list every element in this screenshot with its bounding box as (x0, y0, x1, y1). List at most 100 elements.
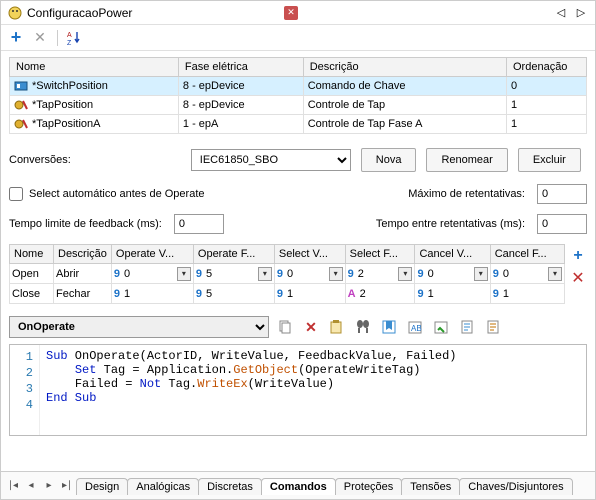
paste-icon[interactable] (327, 317, 347, 337)
code-editor[interactable]: 1234 Sub OnOperate(ActorID, WriteValue, … (9, 344, 587, 436)
tab-next-icon[interactable]: ▸ (41, 478, 57, 494)
col2-opv[interactable]: Operate V... (111, 245, 193, 264)
find-icon[interactable] (353, 317, 373, 337)
col-desc[interactable]: Descrição (303, 58, 506, 77)
cell-nome[interactable]: Close (10, 284, 54, 304)
cell-ord: 1 (507, 96, 587, 115)
max-retent-input[interactable] (537, 184, 587, 204)
tab-first-icon[interactable]: ∣◂ (5, 478, 21, 494)
cell-selV[interactable]: 91 (274, 284, 345, 304)
table-row[interactable]: OpenAbrir90▾95▾90▾92▾90▾90▾ (10, 264, 565, 284)
items-table[interactable]: Nome Fase elétrica Descrição Ordenação *… (9, 57, 587, 134)
close-tab-button[interactable]: ✕ (284, 6, 298, 20)
tab-tensões[interactable]: Tensões (401, 478, 460, 495)
delete-button[interactable]: ✕ (31, 29, 49, 47)
col2-selv[interactable]: Select V... (274, 245, 345, 264)
col-nome[interactable]: Nome (10, 58, 179, 77)
cell-selF[interactable]: 92▾ (345, 264, 415, 284)
col2-opf[interactable]: Operate F... (193, 245, 274, 264)
tab-analógicas[interactable]: Analógicas (127, 478, 199, 495)
tab-discretas[interactable]: Discretas (198, 478, 262, 495)
window-title: ConfiguracaoPower (27, 6, 278, 20)
event-combo[interactable]: OnOperate (9, 316, 269, 338)
toggle-bookmark-icon[interactable] (379, 317, 399, 337)
table-row[interactable]: *TapPosition 8 - epDevice Controle de Ta… (10, 96, 587, 115)
cell-fase: 8 - epDevice (178, 96, 303, 115)
doc1-icon[interactable] (457, 317, 477, 337)
svg-text:A: A (67, 32, 72, 39)
col2-canv[interactable]: Cancel V... (415, 245, 490, 264)
tempo-retent-input[interactable] (537, 214, 587, 234)
code-body[interactable]: Sub OnOperate(ActorID, WriteValue, Feedb… (40, 345, 462, 435)
cell-opV[interactable]: 90▾ (111, 264, 193, 284)
row-icon (14, 79, 30, 93)
tab-proteções[interactable]: Proteções (335, 478, 403, 495)
cell-nome[interactable]: Open (10, 264, 54, 284)
dropdown-icon[interactable]: ▾ (398, 267, 412, 281)
add-button[interactable]: + (7, 29, 25, 47)
excluir-button[interactable]: Excluir (518, 148, 581, 172)
cell-nome: *TapPosition (32, 99, 93, 111)
col2-desc[interactable]: Descrição (54, 245, 112, 264)
dropdown-icon[interactable]: ▾ (258, 267, 272, 281)
cell-desc: Controle de Tap Fase A (303, 115, 506, 134)
delete-script-icon[interactable]: ✕ (301, 317, 321, 337)
cell-canV[interactable]: 91 (415, 284, 490, 304)
copy-icon[interactable] (275, 317, 295, 337)
validate-icon[interactable]: AB (405, 317, 425, 337)
select-auto-checkbox[interactable]: Select automático antes de Operate (9, 187, 205, 201)
dropdown-icon[interactable]: ▾ (177, 267, 191, 281)
cell-opF[interactable]: 95 (193, 284, 274, 304)
svg-text:Z: Z (67, 40, 72, 46)
table-row[interactable]: *TapPositionA 1 - epA Controle de Tap Fa… (10, 115, 587, 134)
renomear-button[interactable]: Renomear (426, 148, 507, 172)
prev-doc-icon[interactable]: ◁ (553, 5, 569, 21)
conversoes-label: Conversões: (9, 154, 71, 166)
col2-self[interactable]: Select F... (345, 245, 415, 264)
col2-canf[interactable]: Cancel F... (490, 245, 564, 264)
row-icon (14, 98, 30, 112)
next-doc-icon[interactable]: ▷ (573, 5, 589, 21)
cell-selV[interactable]: 90▾ (274, 264, 345, 284)
cell-desc[interactable]: Abrir (54, 264, 112, 284)
tempo-feedback-input[interactable] (174, 214, 224, 234)
cell-desc[interactable]: Fechar (54, 284, 112, 304)
select-auto-input[interactable] (9, 187, 23, 201)
col-ord[interactable]: Ordenação (507, 58, 587, 77)
tab-design[interactable]: Design (76, 478, 128, 495)
tempo-retent-label: Tempo entre retentativas (ms): (376, 218, 525, 230)
tab-strip: ∣◂ ◂ ▸ ▸∣ DesignAnalógicasDiscretasComan… (1, 471, 595, 499)
cell-fase: 8 - epDevice (178, 77, 303, 96)
cell-opV[interactable]: 91 (111, 284, 193, 304)
cell-nome: *SwitchPosition (32, 80, 108, 92)
conversoes-combo[interactable]: IEC61850_SBO (191, 149, 351, 171)
tab-last-icon[interactable]: ▸∣ (59, 478, 75, 494)
doc2-icon[interactable] (483, 317, 503, 337)
col-fase[interactable]: Fase elétrica (178, 58, 303, 77)
cell-canF[interactable]: 90▾ (490, 264, 564, 284)
tab-chaves/disjuntores[interactable]: Chaves/Disjuntores (459, 478, 572, 495)
cell-ord: 1 (507, 115, 587, 134)
cell-opF[interactable]: 95▾ (193, 264, 274, 284)
cell-selF[interactable]: A2 (345, 284, 415, 304)
dropdown-icon[interactable]: ▾ (474, 267, 488, 281)
table-row[interactable]: CloseFechar919591A29191 (10, 284, 565, 304)
script-toolbar: OnOperate ✕ AB (9, 316, 587, 338)
titlebar: ConfiguracaoPower ✕ ◁ ▷ (1, 1, 595, 25)
add-row-button[interactable]: + (570, 248, 586, 264)
commands-table[interactable]: Nome Descrição Operate V... Operate F...… (9, 244, 565, 304)
table-row[interactable]: *SwitchPosition 8 - epDevice Comando de … (10, 77, 587, 96)
delete-row-button[interactable]: ✕ (570, 270, 586, 286)
cell-canV[interactable]: 90▾ (415, 264, 490, 284)
tab-prev-icon[interactable]: ◂ (23, 478, 39, 494)
tab-comandos[interactable]: Comandos (261, 478, 336, 495)
cell-canF[interactable]: 91 (490, 284, 564, 304)
col2-nome[interactable]: Nome (10, 245, 54, 264)
dropdown-icon[interactable]: ▾ (329, 267, 343, 281)
cell-desc: Comando de Chave (303, 77, 506, 96)
app-icon (7, 5, 23, 21)
sort-az-button[interactable]: AZ (66, 29, 84, 47)
dropdown-icon[interactable]: ▾ (548, 267, 562, 281)
compile-icon[interactable] (431, 317, 451, 337)
nova-button[interactable]: Nova (361, 148, 417, 172)
